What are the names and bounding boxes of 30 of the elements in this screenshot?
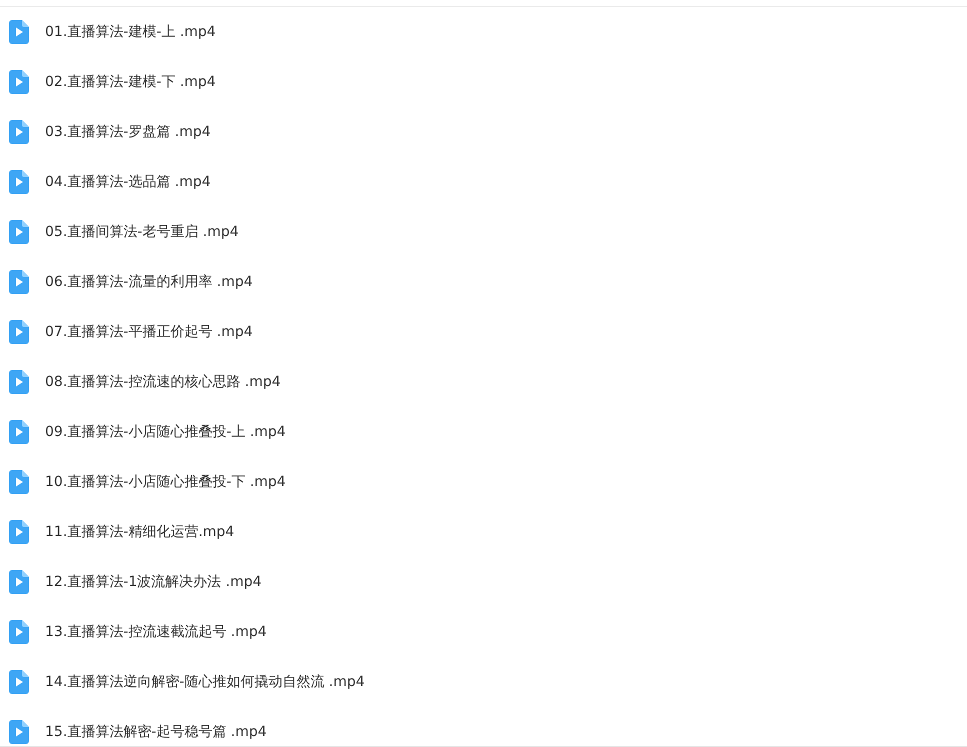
file-name[interactable]: 15.直播算法解密-起号稳号篇 .mp4 bbox=[45, 723, 267, 741]
video-file-icon bbox=[9, 720, 29, 744]
video-file-icon bbox=[9, 670, 29, 694]
file-name[interactable]: 07.直播算法-平播正价起号 .mp4 bbox=[45, 323, 253, 341]
file-name[interactable]: 04.直播算法-选品篇 .mp4 bbox=[45, 173, 211, 191]
video-file-icon bbox=[9, 470, 29, 494]
file-name[interactable]: 09.直播算法-小店随心推叠投-上 .mp4 bbox=[45, 423, 286, 441]
video-file-icon bbox=[9, 520, 29, 544]
file-name[interactable]: 14.直播算法逆向解密-随心推如何撬动自然流 .mp4 bbox=[45, 673, 365, 691]
file-name[interactable]: 01.直播算法-建模-上 .mp4 bbox=[45, 23, 216, 41]
video-file-icon bbox=[9, 570, 29, 594]
file-name[interactable]: 03.直播算法-罗盘篇 .mp4 bbox=[45, 123, 211, 141]
file-name[interactable]: 06.直播算法-流量的利用率 .mp4 bbox=[45, 273, 253, 291]
file-name[interactable]: 11.直播算法-精细化运营.mp4 bbox=[45, 523, 234, 541]
file-name[interactable]: 02.直播算法-建模-下 .mp4 bbox=[45, 73, 216, 91]
file-name[interactable]: 08.直播算法-控流速的核心思路 .mp4 bbox=[45, 373, 281, 391]
file-name[interactable]: 10.直播算法-小店随心推叠投-下 .mp4 bbox=[45, 473, 286, 491]
video-file-icon bbox=[9, 20, 29, 44]
video-file-icon bbox=[9, 170, 29, 194]
video-file-icon bbox=[9, 120, 29, 144]
video-file-icon bbox=[9, 270, 29, 294]
file-name[interactable]: 13.直播算法-控流速截流起号 .mp4 bbox=[45, 623, 267, 641]
video-file-icon bbox=[9, 70, 29, 94]
file-name[interactable]: 05.直播间算法-老号重启 .mp4 bbox=[45, 223, 239, 241]
video-file-icon bbox=[9, 620, 29, 644]
video-file-icon bbox=[9, 420, 29, 444]
video-file-icon bbox=[9, 370, 29, 394]
file-name[interactable]: 12.直播算法-1波流解决办法 .mp4 bbox=[45, 573, 262, 591]
video-file-icon bbox=[9, 320, 29, 344]
video-file-icon bbox=[9, 220, 29, 244]
